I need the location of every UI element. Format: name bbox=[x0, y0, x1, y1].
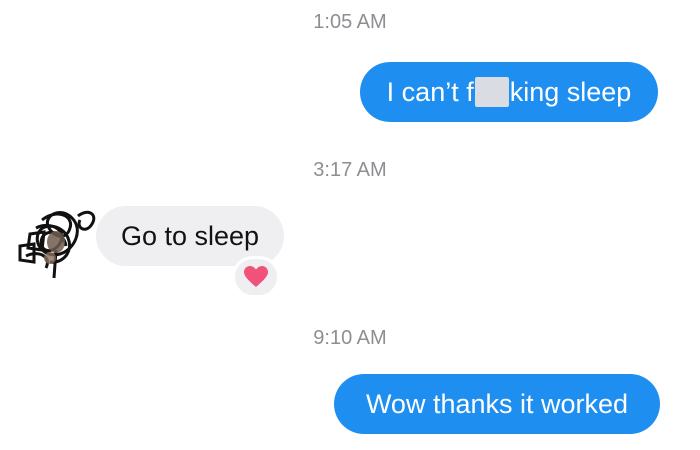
avatar[interactable] bbox=[12, 198, 100, 280]
timestamp: 9:10 AM bbox=[313, 327, 387, 349]
message-text-part: I can’t f bbox=[386, 77, 474, 107]
message-text: Go to sleep bbox=[120, 221, 260, 251]
message-bubble-outgoing[interactable]: Wow thanks it worked bbox=[334, 374, 660, 434]
censor-box bbox=[474, 77, 509, 107]
message-bubble-outgoing[interactable]: I can’t f king sleep bbox=[360, 62, 658, 122]
timestamp: 3:17 AM bbox=[313, 159, 387, 181]
message-reaction[interactable] bbox=[232, 256, 280, 298]
scribbled-avatar-icon bbox=[18, 210, 96, 279]
message-text-part: king sleep bbox=[509, 77, 632, 107]
heart-reaction-icon bbox=[244, 266, 268, 287]
timestamp: 1:05 AM bbox=[313, 11, 387, 33]
message-text: Wow thanks it worked bbox=[365, 389, 629, 419]
